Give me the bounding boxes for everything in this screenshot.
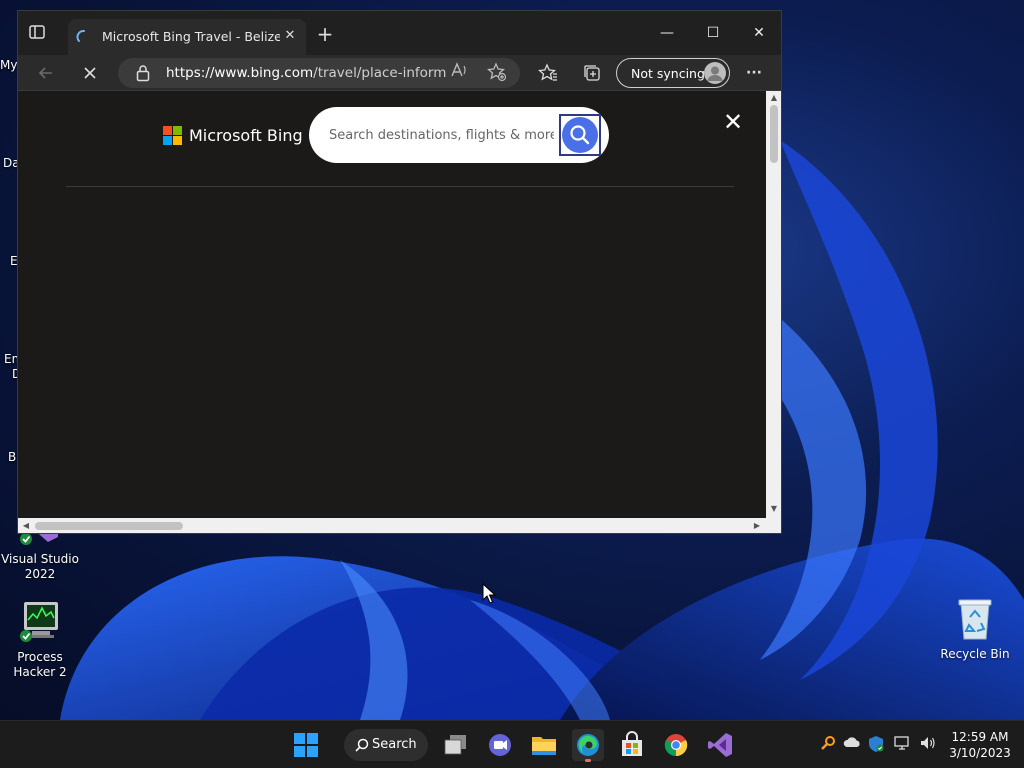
desktop-icon-label: Visual Studio 2022 bbox=[1, 552, 79, 581]
chrome-icon[interactable] bbox=[660, 729, 692, 761]
add-favorite-icon[interactable] bbox=[486, 62, 508, 84]
search-icon bbox=[562, 117, 598, 153]
scroll-right-arrow-icon[interactable]: ▶ bbox=[752, 521, 762, 531]
vertical-scroll-thumb[interactable] bbox=[770, 105, 778, 163]
url-path: /travel/place-inform... bbox=[313, 65, 446, 81]
sync-label: Not syncing bbox=[631, 66, 705, 81]
collections-icon[interactable] bbox=[580, 61, 604, 85]
taskbar: Search 12:59 AM 3/10/2023 bbox=[0, 720, 1024, 768]
windows-logo-icon bbox=[294, 733, 318, 757]
stop-loading-button[interactable] bbox=[78, 61, 102, 85]
profile-sync-button[interactable]: Not syncing bbox=[616, 58, 730, 88]
maximize-button[interactable]: ☐ bbox=[690, 19, 736, 47]
read-aloud-icon[interactable] bbox=[448, 62, 470, 84]
page-viewport: Microsoft Bing ✕ bbox=[18, 91, 766, 518]
favorites-icon[interactable] bbox=[536, 61, 560, 85]
search-submit-button[interactable] bbox=[559, 114, 601, 156]
tab-actions-icon[interactable] bbox=[28, 23, 50, 45]
recycle-bin-icon bbox=[953, 597, 997, 641]
taskbar-search-label: Search bbox=[372, 737, 417, 752]
active-app-indicator bbox=[585, 759, 591, 762]
edge-browser-icon[interactable] bbox=[572, 729, 604, 762]
desktop-icon-label: Recycle Bin bbox=[940, 647, 1010, 661]
logo-square-green bbox=[173, 126, 182, 135]
system-clock[interactable]: 12:59 AM 3/10/2023 bbox=[944, 729, 1016, 761]
logo-square-red bbox=[163, 126, 172, 135]
desktop-icon-label: Process Hacker 2 bbox=[13, 650, 67, 679]
browser-toolbar: https://www.bing.com/travel/place-inform… bbox=[18, 55, 781, 91]
visual-studio-taskbar-icon[interactable] bbox=[704, 729, 736, 761]
new-tab-button[interactable]: + bbox=[314, 24, 336, 46]
address-url: https://www.bing.com/travel/place-inform… bbox=[166, 65, 446, 81]
tab-title: Microsoft Bing Travel - Belize City bbox=[102, 29, 280, 44]
back-button[interactable] bbox=[34, 61, 58, 85]
search-icon bbox=[355, 738, 369, 752]
browser-titlebar[interactable]: Microsoft Bing Travel - Belize City ✕ + … bbox=[18, 11, 781, 55]
logo-square-blue bbox=[163, 136, 172, 145]
taskbar-search-button[interactable]: Search bbox=[344, 729, 428, 761]
url-domain: https://www.bing.com bbox=[166, 65, 314, 81]
desktop-partial-label[interactable]: My bbox=[0, 58, 17, 72]
tab-close-button[interactable]: ✕ bbox=[280, 26, 300, 46]
brand-name: Microsoft Bing bbox=[189, 126, 303, 145]
task-view-icon[interactable] bbox=[440, 729, 472, 761]
search-tray-icon[interactable] bbox=[818, 735, 838, 755]
scroll-down-arrow-icon[interactable]: ▼ bbox=[769, 504, 779, 514]
tab-bing-travel[interactable]: Microsoft Bing Travel - Belize City ✕ bbox=[68, 19, 306, 55]
search-input[interactable] bbox=[329, 125, 554, 145]
edge-browser-window: Microsoft Bing Travel - Belize City ✕ + … bbox=[17, 10, 782, 534]
scrollbar-corner bbox=[766, 518, 781, 533]
travel-search-box bbox=[309, 107, 609, 163]
microsoft-store-icon[interactable] bbox=[616, 729, 648, 761]
minimize-button[interactable]: — bbox=[644, 19, 690, 47]
process-hacker-icon bbox=[18, 600, 62, 644]
onedrive-icon[interactable] bbox=[842, 735, 862, 755]
horizontal-scroll-thumb[interactable] bbox=[35, 522, 183, 530]
vertical-scrollbar[interactable]: ▲ ▼ bbox=[766, 91, 781, 518]
close-window-button[interactable]: ✕ bbox=[736, 19, 781, 47]
teams-chat-icon[interactable] bbox=[484, 729, 516, 761]
more-menu-icon[interactable]: ··· bbox=[742, 61, 766, 85]
scroll-left-arrow-icon[interactable]: ◀ bbox=[21, 521, 31, 531]
address-bar[interactable]: https://www.bing.com/travel/place-inform… bbox=[118, 58, 520, 88]
header-divider bbox=[66, 186, 734, 187]
lock-icon[interactable] bbox=[136, 64, 152, 82]
avatar-icon bbox=[704, 62, 726, 84]
volume-icon[interactable] bbox=[918, 735, 938, 755]
start-button[interactable] bbox=[290, 729, 322, 761]
network-icon[interactable] bbox=[893, 735, 913, 755]
desktop-icon-process-hacker[interactable]: Process Hacker 2 bbox=[0, 600, 80, 680]
clock-time: 12:59 AM bbox=[951, 730, 1009, 744]
close-search-overlay-button[interactable]: ✕ bbox=[721, 110, 745, 134]
scroll-up-arrow-icon[interactable]: ▲ bbox=[769, 93, 779, 103]
mouse-cursor-icon bbox=[482, 582, 497, 609]
desktop-icon-recycle-bin[interactable]: Recycle Bin bbox=[935, 597, 1015, 662]
defender-shield-icon[interactable] bbox=[866, 735, 886, 755]
horizontal-scrollbar[interactable]: ◀ ▶ bbox=[18, 518, 766, 533]
loading-spinner-icon bbox=[76, 29, 92, 45]
file-explorer-icon[interactable] bbox=[528, 729, 560, 761]
logo-square-yellow bbox=[173, 136, 182, 145]
clock-date: 3/10/2023 bbox=[949, 746, 1011, 760]
